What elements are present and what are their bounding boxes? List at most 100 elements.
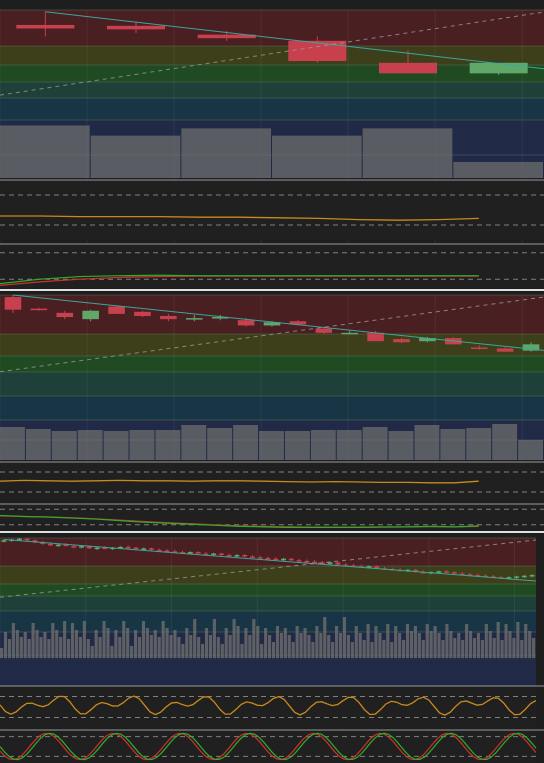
volume-bar (137, 637, 142, 660)
volume-bar (388, 431, 414, 460)
volume-bar (161, 621, 165, 660)
candle-body (185, 318, 203, 320)
candle-body (56, 312, 74, 318)
volume-bar (145, 628, 149, 660)
volume-bar (449, 631, 453, 660)
zone-band (0, 65, 544, 82)
panel-divider (0, 289, 544, 291)
zone-band (0, 10, 544, 46)
volume-bar (0, 427, 25, 460)
volume-bar (512, 638, 516, 660)
volume-bar (354, 626, 358, 660)
panel-2 (0, 294, 544, 530)
volume-bar (15, 630, 19, 660)
volume-bar (155, 430, 181, 460)
volume-bar (236, 626, 240, 660)
volume-bar (208, 635, 213, 660)
volume-bar (335, 626, 339, 660)
volume-bar (47, 639, 51, 660)
chart-stage (0, 0, 544, 763)
candle-body (187, 552, 193, 554)
volume-bar (378, 633, 382, 660)
volume-bar (336, 430, 362, 460)
volume-bar (338, 633, 343, 660)
volume-bar (374, 626, 378, 660)
zone-band (0, 538, 536, 566)
volume-bar (382, 640, 386, 660)
volume-bar (413, 626, 417, 660)
volume-bar (55, 630, 59, 660)
zone-band (0, 396, 544, 420)
volume-bar (390, 642, 394, 660)
volume-bar (23, 632, 27, 660)
volume-bar (283, 628, 287, 660)
candle-body (265, 557, 271, 560)
candle-body (82, 310, 99, 320)
volume-bar (504, 624, 508, 660)
candle-body (304, 560, 310, 563)
candle-body (30, 308, 48, 311)
candle-body (312, 561, 318, 564)
volume-bar (520, 640, 524, 660)
volume-bar (98, 637, 102, 660)
volume-bar (461, 640, 465, 660)
volume-bar (508, 631, 512, 660)
candle-body (108, 306, 125, 314)
zone-band (0, 356, 544, 372)
panel-3 (0, 537, 544, 763)
volume-bar (149, 635, 153, 660)
volume-bar (0, 125, 90, 178)
zone-band (0, 372, 544, 396)
candle-body (257, 557, 263, 559)
volume-bar (445, 624, 449, 660)
candle-body (218, 553, 224, 556)
volume-bar (103, 431, 129, 460)
volume-bar (204, 628, 209, 660)
candle-body (211, 553, 217, 556)
volume-bar (488, 631, 492, 660)
candle-body (195, 552, 201, 554)
volume-bar (417, 633, 421, 660)
volume-bar (169, 635, 173, 660)
volume-bar (248, 635, 252, 660)
candle-body (335, 562, 341, 565)
candle-body (242, 555, 248, 557)
volume-bar (165, 628, 169, 660)
volume-bar (284, 431, 310, 460)
volume-bar (201, 644, 205, 660)
volume-base (0, 658, 536, 686)
candle-body (148, 548, 154, 550)
candle-body (4, 297, 22, 310)
volume-bar (134, 630, 138, 660)
volume-bar (153, 630, 157, 660)
panel-divider (0, 531, 544, 533)
candle-body (71, 546, 77, 548)
candle-body (55, 544, 61, 547)
volume-bar (315, 626, 319, 660)
volume-bar (185, 628, 189, 660)
candle-body (521, 575, 527, 578)
volume-bar (386, 624, 390, 660)
volume-bar (252, 619, 256, 660)
volume-bar (311, 642, 315, 660)
volume-bar (272, 135, 362, 178)
volume-bar (429, 631, 433, 660)
volume-bar (271, 642, 276, 660)
volume-bar (141, 621, 146, 660)
volume-bar (102, 621, 106, 660)
volume-bar (299, 633, 303, 660)
volume-bar (86, 639, 90, 660)
volume-bar (106, 628, 110, 660)
volume-bar (70, 623, 75, 660)
volume-bar (500, 640, 504, 660)
volume-bar (78, 637, 82, 660)
volume-bar (228, 635, 232, 660)
zone-band (0, 334, 544, 356)
candle-body (367, 332, 384, 342)
candle-body (234, 555, 240, 557)
zone-band (0, 98, 544, 120)
candle-body (315, 328, 333, 333)
candle-body (281, 558, 287, 561)
volume-bar (370, 642, 374, 660)
volume-bar (216, 637, 220, 660)
